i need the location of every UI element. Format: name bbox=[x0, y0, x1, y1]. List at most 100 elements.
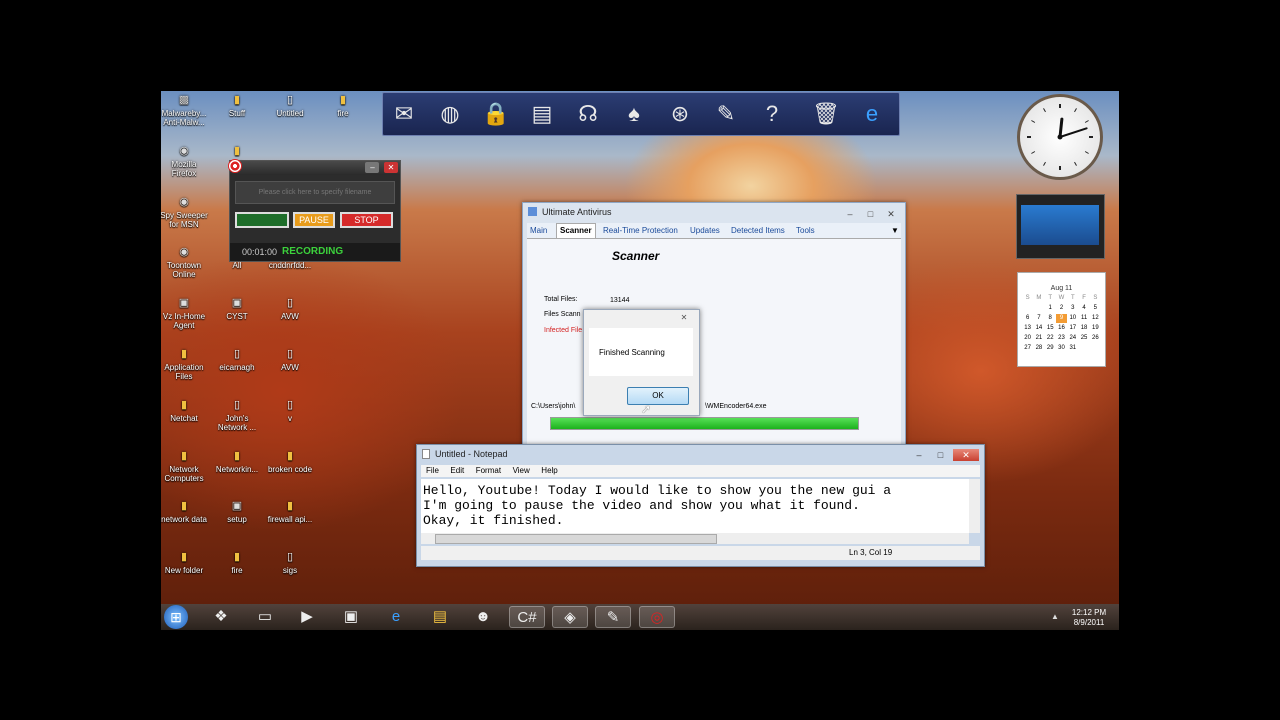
calendar-day[interactable]: 23 bbox=[1056, 334, 1067, 343]
taskbar-antivirus-icon[interactable]: ◈ bbox=[552, 606, 588, 628]
desktop-icon-cyst[interactable]: ▣ CYST bbox=[212, 297, 262, 321]
desktop-icon-eicarnagh[interactable]: ▯ eicarnagh bbox=[212, 348, 262, 372]
desktop-icon-sigs[interactable]: ▯ sigs bbox=[265, 551, 315, 575]
notepad-text-area[interactable]: Hello, Youtube! Today I would like to sh… bbox=[421, 479, 969, 533]
desktop-icon-broken-code[interactable]: ▮ broken code bbox=[265, 450, 315, 474]
pause-button[interactable]: PAUSE bbox=[293, 212, 335, 228]
calendar-day[interactable]: 21 bbox=[1033, 334, 1044, 343]
taskbar-notepad-icon[interactable]: ✎ bbox=[595, 606, 631, 628]
calendar-day[interactable]: 25 bbox=[1078, 334, 1089, 343]
cards-icon[interactable]: ♠ bbox=[619, 99, 649, 129]
calendar-day[interactable]: 5 bbox=[1090, 304, 1101, 313]
desktop-icon-netchat[interactable]: ▮ Netchat bbox=[161, 399, 209, 423]
desktop-icon-networkin[interactable]: ▮ Networkin... bbox=[212, 450, 262, 474]
filename-area[interactable]: Please click here to specify filename bbox=[235, 181, 395, 204]
calendar-day[interactable]: 24 bbox=[1067, 334, 1078, 343]
recycle-bin-icon[interactable]: 🗑 bbox=[811, 99, 841, 129]
calendar-day[interactable]: 26 bbox=[1090, 334, 1101, 343]
headphones-icon[interactable]: ☊ bbox=[573, 99, 603, 129]
desktop-icon-network-data[interactable]: ▮ network data bbox=[161, 500, 209, 524]
calendar-day[interactable]: 22 bbox=[1045, 334, 1056, 343]
desktop-icon-fire[interactable]: ▮ fire bbox=[318, 94, 368, 118]
desktop-icon-new-folder[interactable]: ▮ New folder bbox=[161, 551, 209, 575]
desktop-icon-stuff[interactable]: ▮ Stuff bbox=[212, 94, 262, 118]
antivirus-titlebar[interactable]: Ultimate Antivirus – □ ✕ bbox=[523, 203, 905, 221]
desktop-icon-setup[interactable]: ▣ setup bbox=[212, 500, 262, 524]
menu-format[interactable]: Format bbox=[476, 466, 501, 475]
close-button[interactable]: ✕ bbox=[953, 449, 979, 461]
calendar-day[interactable]: 31 bbox=[1067, 344, 1078, 353]
calendar-day[interactable]: 19 bbox=[1090, 324, 1101, 333]
desktop-icon-avw[interactable]: ▯ AVW bbox=[265, 297, 315, 321]
menu-help[interactable]: Help bbox=[541, 466, 557, 475]
desktop-icon-spy-sweeper-for-msn[interactable]: ◉ Spy Sweeper for MSN bbox=[161, 196, 209, 229]
taskbar-users-icon[interactable]: ❖ bbox=[203, 606, 239, 628]
taskbar-messenger-icon[interactable]: ☻ bbox=[465, 606, 501, 628]
calendar-day[interactable]: 10 bbox=[1067, 314, 1078, 323]
taskbar-network-icon[interactable]: ▣ bbox=[333, 606, 369, 628]
desktop-icon-john-s-network[interactable]: ▯ John's Network ... bbox=[212, 399, 262, 432]
internet-explorer-icon[interactable]: e bbox=[857, 99, 887, 129]
tray-clock[interactable]: 12:12 PM 8/9/2011 bbox=[1063, 608, 1115, 628]
menu-view[interactable]: View bbox=[513, 466, 530, 475]
desktop-icon-toontown-online[interactable]: ◉ Toontown Online bbox=[161, 246, 209, 279]
tab-main[interactable]: Main bbox=[530, 226, 547, 235]
recorder-titlebar[interactable]: – ✕ bbox=[228, 159, 400, 175]
desktop-icon-v[interactable]: ▯ v bbox=[265, 399, 315, 423]
calendar-day[interactable]: 30 bbox=[1056, 344, 1067, 353]
notepad-pen-icon[interactable]: ✎ bbox=[711, 99, 741, 129]
calendar-day[interactable]: 2 bbox=[1056, 304, 1067, 313]
tab-real-time-protection[interactable]: Real-Time Protection bbox=[603, 226, 678, 235]
desktop-icon-fire[interactable]: ▮ fire bbox=[212, 551, 262, 575]
taskbar-internet-explorer-icon[interactable]: e bbox=[378, 606, 414, 628]
calendar-day[interactable]: 8 bbox=[1045, 314, 1056, 323]
calendar-day[interactable]: 29 bbox=[1045, 344, 1056, 353]
menu-edit[interactable]: Edit bbox=[450, 466, 464, 475]
desktop-icon-malwareby-anti-malw[interactable]: ▩ Malwareby... Anti-Malw... bbox=[161, 94, 209, 127]
stop-button[interactable]: STOP bbox=[340, 212, 393, 228]
calendar-gadget[interactable]: Aug 11 S M T W T F S 1 2 3 4 5 6 7 8 9 10 11 12 13 14 15 16 17 1… bbox=[1017, 272, 1106, 367]
minimize-button[interactable]: – bbox=[910, 449, 928, 461]
taskbar-media-player-icon[interactable]: ▶ bbox=[289, 606, 325, 628]
minimize-button[interactable]: – bbox=[365, 162, 380, 173]
desktop-icon-avw[interactable]: ▯ AVW bbox=[265, 348, 315, 372]
vertical-scrollbar[interactable] bbox=[969, 479, 980, 533]
notepad-titlebar[interactable]: Untitled - Notepad – □ ✕ bbox=[417, 445, 984, 463]
maximize-button[interactable]: □ bbox=[931, 449, 949, 461]
tab-detected-items[interactable]: Detected Items bbox=[731, 226, 785, 235]
clock-gadget[interactable] bbox=[1017, 94, 1103, 180]
lock-icon[interactable]: 🔒 bbox=[481, 99, 511, 129]
taskbar-explorer-icon[interactable]: ▤ bbox=[422, 606, 458, 628]
minimize-button[interactable]: – bbox=[842, 208, 858, 220]
calendar-day[interactable]: 28 bbox=[1033, 344, 1044, 353]
tab-tools[interactable]: Tools bbox=[796, 226, 815, 235]
desktop-icon-mozilla-firefox[interactable]: ◉ Mozilla Firefox bbox=[161, 145, 209, 178]
tab-dropdown-icon[interactable]: ▼ bbox=[891, 226, 899, 235]
record-button[interactable] bbox=[235, 212, 289, 228]
help-icon[interactable]: ? bbox=[757, 99, 787, 129]
menu-file[interactable]: File bbox=[426, 466, 439, 475]
calendar-day[interactable]: 9 bbox=[1055, 314, 1068, 323]
calendar-day[interactable]: 17 bbox=[1067, 324, 1078, 333]
taskbar-drive-icon[interactable]: ▭ bbox=[247, 606, 283, 628]
horizontal-scrollbar[interactable] bbox=[421, 533, 969, 544]
calendar-day[interactable]: 20 bbox=[1022, 334, 1033, 343]
desktop-icon-network-computers[interactable]: ▮ Network Computers bbox=[161, 450, 209, 483]
tab-scanner[interactable]: Scanner bbox=[556, 223, 596, 238]
desktop-icon-application-files[interactable]: ▮ Application Files bbox=[161, 348, 209, 381]
globe-icon[interactable]: ◍ bbox=[435, 99, 465, 129]
calendar-day[interactable]: 16 bbox=[1056, 324, 1067, 333]
desktop-icon-untitled[interactable]: ▯ Untitled bbox=[265, 94, 315, 118]
start-button[interactable]: ⊞ bbox=[164, 605, 188, 629]
calendar-day[interactable]: 4 bbox=[1078, 304, 1089, 313]
ok-button[interactable]: OK bbox=[627, 387, 689, 405]
tray-expand-icon[interactable]: ▲ bbox=[1051, 612, 1059, 621]
calendar-day[interactable]: 15 bbox=[1045, 324, 1056, 333]
mail-icon[interactable]: ✉ bbox=[389, 99, 419, 129]
calendar-day[interactable]: 14 bbox=[1033, 324, 1044, 333]
desktop-icon-vz-in-home-agent[interactable]: ▣ Vz In-Home Agent bbox=[161, 297, 209, 330]
desktop-icon-firewall-api[interactable]: ▮ firewall api... bbox=[265, 500, 315, 524]
taskbar-csharp-icon[interactable]: C# bbox=[509, 606, 545, 628]
close-button[interactable]: ✕ bbox=[677, 313, 691, 323]
calendar-day[interactable]: 6 bbox=[1022, 314, 1033, 323]
